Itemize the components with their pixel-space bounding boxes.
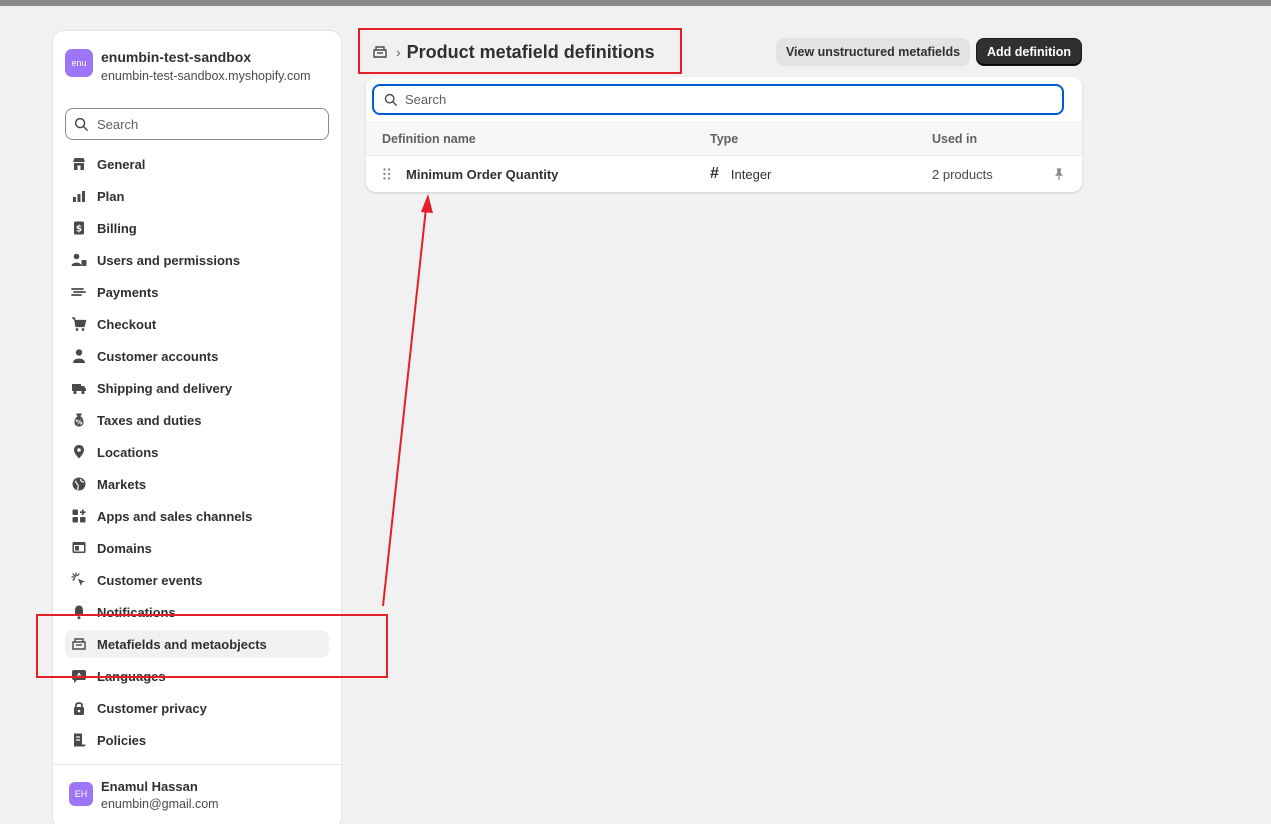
plan-icon bbox=[71, 188, 87, 204]
top-bar bbox=[0, 0, 1271, 6]
user-account[interactable]: EH Enamul Hassan enumbin@gmail.com bbox=[69, 779, 219, 812]
search-icon bbox=[74, 117, 88, 131]
tax-icon: % bbox=[71, 412, 87, 428]
sidebar-item-label: Billing bbox=[97, 220, 137, 236]
sidebar-item-label: Markets bbox=[97, 476, 147, 492]
store-switcher[interactable]: enu enumbin-test-sandbox enumbin-test-sa… bbox=[65, 48, 311, 85]
sidebar-item-label: General bbox=[97, 156, 146, 172]
cursor-icon bbox=[71, 572, 87, 588]
sidebar-item-label: Users and permissions bbox=[97, 252, 241, 268]
sidebar-item-label: Locations bbox=[97, 444, 159, 460]
definitions-search-input[interactable] bbox=[405, 92, 1045, 107]
sidebar-item-label: Checkout bbox=[97, 316, 157, 332]
sidebar-item-label: Payments bbox=[97, 284, 159, 300]
definitions-card: Definition name Type Used in Minimum Ord… bbox=[366, 77, 1082, 192]
sidebar-item-privacy[interactable]: Customer privacy bbox=[65, 694, 329, 722]
definitions-search[interactable] bbox=[372, 84, 1064, 115]
user-email: enumbin@gmail.com bbox=[101, 797, 219, 811]
definition-used-in: 2 products bbox=[932, 167, 993, 182]
users-icon bbox=[71, 252, 87, 268]
table-header: Definition name Type Used in bbox=[366, 122, 1082, 156]
sidebar-item-policies[interactable]: Policies bbox=[65, 726, 329, 754]
sidebar-item-checkout[interactable]: Checkout bbox=[65, 310, 329, 338]
payments-icon bbox=[71, 284, 87, 300]
view-unstructured-metafields-button[interactable]: View unstructured metafields bbox=[776, 38, 970, 66]
sidebar-item-label: Customer accounts bbox=[97, 348, 219, 364]
store-url: enumbin-test-sandbox.myshopify.com bbox=[101, 69, 311, 83]
sidebar-item-customer-events[interactable]: Customer events bbox=[65, 566, 329, 594]
definition-type-label: Integer bbox=[730, 166, 772, 182]
sidebar-item-label: Customer events bbox=[97, 572, 203, 588]
sidebar-item-label: Taxes and duties bbox=[97, 412, 202, 428]
sidebar-item-label: Apps and sales channels bbox=[97, 508, 253, 524]
globe-icon bbox=[71, 476, 87, 492]
table-row[interactable]: Minimum Order Quantity # Integer 2 produ… bbox=[366, 157, 1082, 192]
sidebar-item-label: Shipping and delivery bbox=[97, 380, 233, 396]
annotation-box-nav bbox=[36, 614, 388, 678]
sidebar-item-taxes[interactable]: % Taxes and duties bbox=[65, 406, 329, 434]
sidebar-item-users[interactable]: Users and permissions bbox=[65, 246, 329, 274]
definition-type: # Integer bbox=[710, 165, 771, 183]
pin-icon[interactable] bbox=[1052, 167, 1066, 181]
sidebar-item-label: Plan bbox=[97, 188, 125, 204]
search-icon bbox=[384, 93, 397, 106]
sidebar-item-general[interactable]: General bbox=[65, 150, 329, 178]
column-header-type[interactable]: Type bbox=[710, 132, 738, 146]
drag-handle-icon[interactable] bbox=[382, 167, 392, 181]
user-name: Enamul Hassan bbox=[101, 779, 198, 794]
sidebar-item-apps[interactable]: Apps and sales channels bbox=[65, 502, 329, 530]
column-header-definition-name[interactable]: Definition name bbox=[382, 132, 476, 146]
user-avatar: EH bbox=[69, 782, 93, 806]
store-name: enumbin-test-sandbox bbox=[101, 49, 252, 65]
sidebar-item-label: Policies bbox=[97, 732, 147, 748]
svg-text:%: % bbox=[75, 418, 82, 426]
sidebar-divider bbox=[53, 764, 341, 765]
sidebar-item-domains[interactable]: Domains bbox=[65, 534, 329, 562]
domain-icon bbox=[71, 540, 87, 556]
lock-icon bbox=[71, 700, 87, 716]
location-icon bbox=[71, 444, 87, 460]
sidebar-item-label: Customer privacy bbox=[97, 700, 207, 716]
sidebar-search-input[interactable] bbox=[97, 116, 317, 132]
add-definition-button[interactable]: Add definition bbox=[976, 38, 1082, 66]
store-avatar: enu bbox=[65, 49, 93, 77]
sidebar-item-billing[interactable]: $ Billing bbox=[65, 214, 329, 242]
column-header-used-in[interactable]: Used in bbox=[932, 132, 977, 146]
definition-name[interactable]: Minimum Order Quantity bbox=[406, 167, 558, 182]
truck-icon bbox=[71, 380, 87, 396]
sidebar-item-customer-accounts[interactable]: Customer accounts bbox=[65, 342, 329, 370]
hash-icon: # bbox=[710, 165, 719, 182]
billing-icon: $ bbox=[71, 220, 87, 236]
apps-icon bbox=[71, 508, 87, 524]
person-icon bbox=[71, 348, 87, 364]
sidebar-item-locations[interactable]: Locations bbox=[65, 438, 329, 466]
sidebar-item-shipping[interactable]: Shipping and delivery bbox=[65, 374, 329, 402]
sidebar-item-label: Domains bbox=[97, 540, 152, 556]
cart-icon bbox=[71, 316, 87, 332]
sidebar-search[interactable] bbox=[65, 108, 329, 140]
sidebar-item-markets[interactable]: Markets bbox=[65, 470, 329, 498]
settings-sidebar: enu enumbin-test-sandbox enumbin-test-sa… bbox=[52, 30, 342, 824]
store-icon bbox=[71, 156, 87, 172]
policy-icon bbox=[71, 732, 87, 748]
annotation-box-title bbox=[358, 28, 682, 74]
sidebar-item-payments[interactable]: Payments bbox=[65, 278, 329, 306]
svg-text:$: $ bbox=[76, 225, 82, 235]
sidebar-item-plan[interactable]: Plan bbox=[65, 182, 329, 210]
